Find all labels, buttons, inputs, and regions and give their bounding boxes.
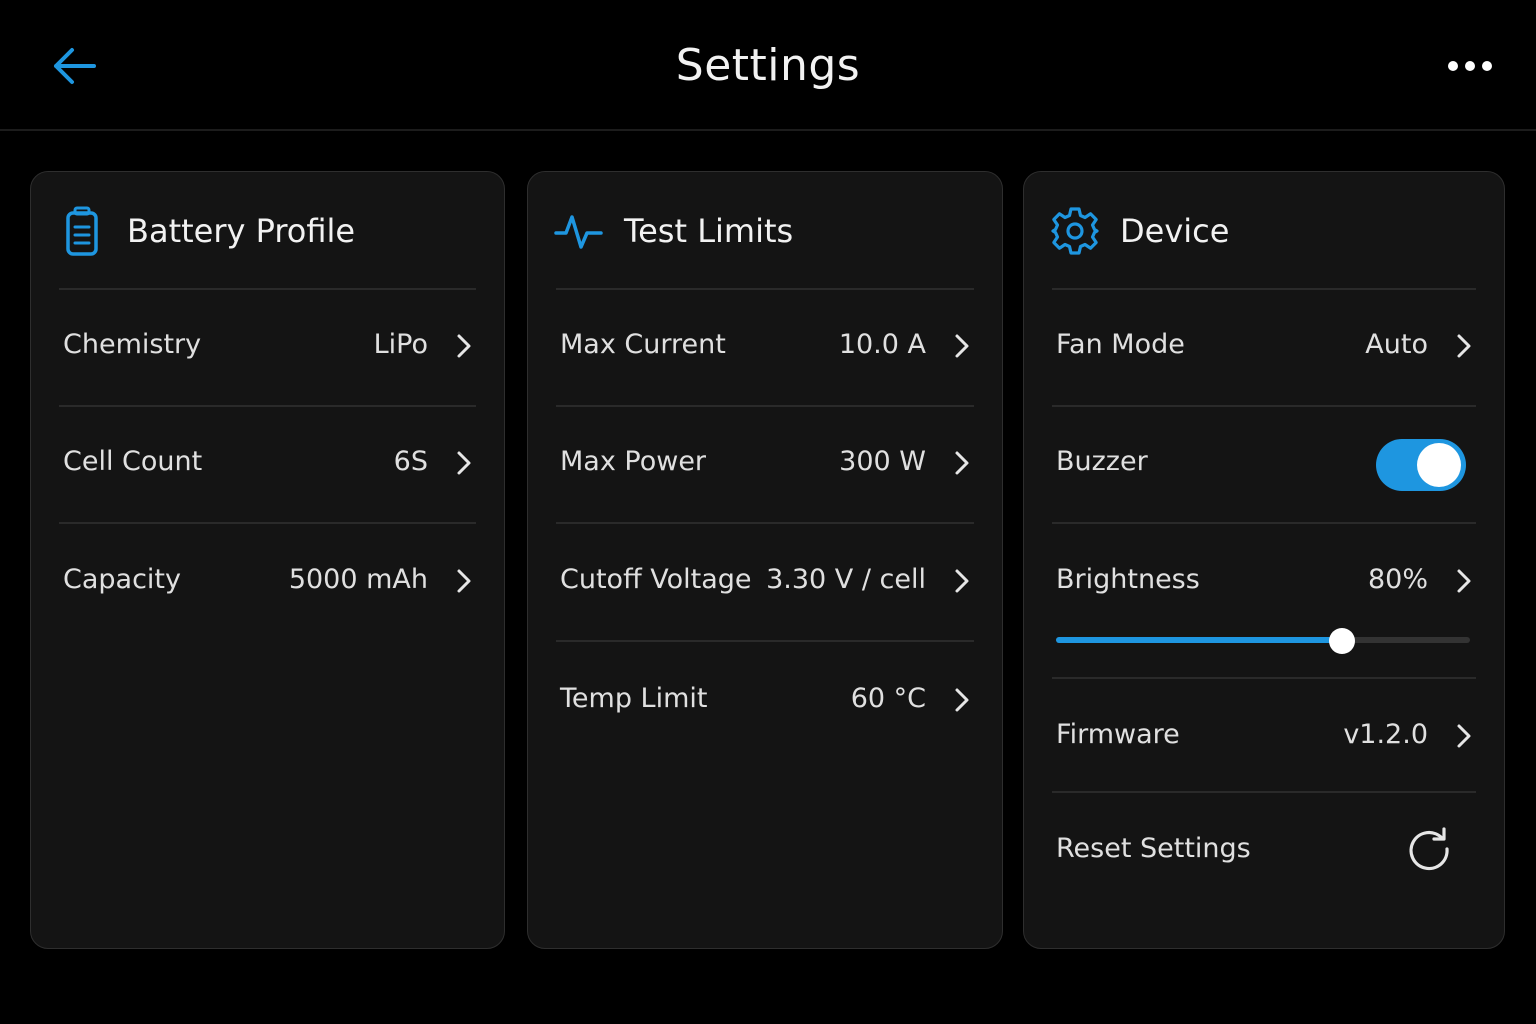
row-value: LiPo [373,329,428,360]
capacity-row[interactable]: Capacity 5000 mAh [59,523,476,639]
chemistry-row[interactable]: Chemistry LiPo [59,289,476,405]
top-bar: Settings [0,0,1536,131]
chevron-right-icon [952,448,972,478]
row-value: 300 W [839,446,926,477]
row-label: Cell Count [63,446,203,477]
card-title: Battery Profile [127,212,356,250]
chevron-right-icon [952,566,972,596]
row-label: Firmware [1056,719,1180,750]
row-value: 60 °C [850,683,926,714]
row-value: v1.2.0 [1343,719,1428,750]
row-value: 6S [393,446,428,477]
fan-mode-row[interactable]: Fan Mode Auto [1052,289,1476,405]
chevron-right-icon [1454,566,1474,596]
card-header: Device [1024,172,1504,288]
row-label: Cutoff Voltage [560,564,752,595]
cell-count-row[interactable]: Cell Count 6S [59,406,476,522]
more-button[interactable] [1440,44,1500,88]
card-title: Test Limits [624,212,794,250]
chevron-right-icon [454,448,474,478]
test-limits-card: Test Limits Max Current 10.0 A Max Power… [527,171,1003,949]
row-value: 80% [1367,564,1428,595]
card-header: Test Limits [528,172,1002,288]
activity-icon [554,206,604,256]
chevron-right-icon [1454,331,1474,361]
row-value: Auto [1365,329,1428,360]
slider-fill [1056,637,1342,643]
row-label: Chemistry [63,329,202,360]
device-card: Device Fan Mode Auto Buzzer Brightness 8… [1023,171,1505,949]
row-label: Max Current [560,329,726,360]
battery-icon [57,206,107,256]
chevron-right-icon [952,331,972,361]
row-label: Reset Settings [1056,833,1251,864]
row-label: Buzzer [1056,446,1148,477]
max-current-row[interactable]: Max Current 10.0 A [556,289,974,405]
row-label: Capacity [63,564,181,595]
row-value: 10.0 A [838,329,926,360]
page-title: Settings [675,40,861,91]
row-label: Fan Mode [1056,329,1185,360]
max-power-row[interactable]: Max Power 300 W [556,406,974,522]
chevron-right-icon [1454,721,1474,751]
chevron-right-icon [952,685,972,715]
card-title: Device [1120,212,1230,250]
slider-thumb[interactable] [1328,628,1355,654]
settings-screen: Settings Battery Profile Chemistry LiPo … [0,0,1536,1024]
row-label: Brightness [1056,564,1200,595]
firmware-row[interactable]: Firmware v1.2.0 [1052,678,1476,794]
row-label: Max Power [560,446,707,477]
chevron-right-icon [454,566,474,596]
refresh-icon[interactable] [1406,826,1452,872]
buzzer-toggle[interactable] [1376,439,1466,491]
toggle-knob [1417,443,1461,487]
cutoff-voltage-row[interactable]: Cutoff Voltage 3.30 V / cell [556,523,974,639]
more-horizontal-icon [1448,61,1492,71]
chevron-right-icon [454,331,474,361]
row-value: 5000 mAh [288,564,428,595]
buzzer-row: Buzzer [1052,406,1476,522]
reset-settings-row[interactable]: Reset Settings [1052,792,1476,908]
card-header: Battery Profile [31,172,504,288]
row-label: Temp Limit [560,683,708,714]
row-value: 3.30 V / cell [766,564,926,595]
brightness-slider[interactable] [1056,628,1470,654]
temp-limit-row[interactable]: Temp Limit 60 °C [556,641,974,757]
battery-profile-card: Battery Profile Chemistry LiPo Cell Coun… [30,171,505,949]
gear-icon [1050,206,1100,256]
